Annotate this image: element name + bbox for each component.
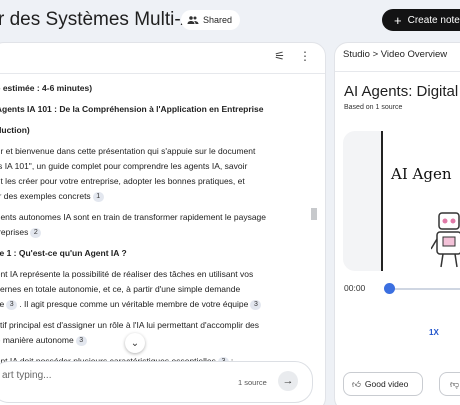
thumbs-down-icon: 👎︎ [450, 378, 460, 389]
more-vert-icon[interactable]: ⋮ [299, 49, 311, 63]
response-line: ent les créer pour votre entreprise, ado… [0, 174, 311, 189]
response-text: internes en totale autonomie, et ce, à p… [0, 284, 241, 294]
chevron-down-icon: ⌄ [130, 337, 140, 349]
plus-icon: + [394, 12, 402, 28]
top-bar: r des Systèmes Multi-Agents Shared + Cre… [0, 0, 460, 40]
shared-label: Shared [203, 15, 233, 25]
chat-response: ée estimée : 4-6 minutes) : Agents IA 101… [0, 81, 311, 369]
response-line: itre 1 : Qu'est-ce qu'un Agent IA ? [0, 246, 311, 261]
response-line: agents autonomes IA sont en train de tra… [0, 210, 311, 225]
response-line: nts IA 101", un guide complet pour compr… [0, 159, 311, 174]
citation-chip[interactable]: 2 [30, 228, 42, 238]
good-video-button[interactable]: 👍︎ Good video [343, 372, 423, 396]
response-text: gent IA représente la possibilité de réa… [0, 269, 254, 279]
response-line: ée estimée : 4-6 minutes) [0, 81, 311, 96]
tune-icon[interactable]: ⚟ [274, 49, 285, 63]
video-subtitle: Based on 1 source [344, 104, 403, 111]
response-line: rer des exemples concrets 1 [0, 189, 311, 204]
response-line: : Agents IA 101 : De la Compréhension à … [0, 102, 311, 117]
response-line: gent IA représente la possibilité de réa… [0, 267, 311, 282]
playback-speed[interactable]: 1X [429, 328, 439, 337]
bad-video-button[interactable]: 👎︎ [439, 372, 460, 396]
shared-badge[interactable]: Shared [181, 10, 241, 30]
divider [0, 73, 325, 74]
current-time: 00:00 [344, 283, 366, 293]
response-line: ntreprises2 [0, 225, 311, 240]
response-line: oduction) [0, 123, 311, 138]
response-text: our et bienvenue dans cette présentation… [0, 146, 256, 156]
source-count: 1 source [238, 378, 267, 387]
send-button[interactable]: → [278, 371, 298, 391]
video-title: AI Agents: Digital W [344, 83, 460, 100]
breadcrumb[interactable]: Studio > Video Overview [343, 49, 447, 60]
create-notebook-button[interactable]: + Create notebo [382, 9, 460, 31]
progress-knob[interactable] [384, 283, 395, 294]
thumbs-up-icon: 👍︎ [352, 378, 361, 389]
response-text: ée estimée : 4-6 minutes) [0, 83, 93, 93]
response-line: de manière autonome3 [0, 333, 311, 348]
response-text: elle [0, 299, 4, 309]
citation-chip[interactable]: 3 [75, 336, 87, 346]
citation-chip[interactable]: 3 [6, 300, 18, 310]
studio-panel: Studio > Video Overview AI Agents: Digit… [334, 42, 460, 405]
response-text: agents autonomes IA sont en train de tra… [0, 212, 266, 222]
response-text: rer des exemples concrets [0, 191, 91, 201]
video-frame-title: AI Agen [391, 165, 452, 183]
response-text: oduction) [0, 125, 30, 135]
response-text: ntreprises [0, 227, 29, 237]
response-text: itre 1 : Qu'est-ce qu'un Agent IA ? [0, 248, 127, 258]
chat-toolbar: ⚟ ⋮ [274, 49, 311, 63]
response-text: ent les créer pour votre entreprise, ado… [0, 176, 245, 186]
response-text: de manière autonome [0, 335, 74, 345]
response-text: ectif principal est d'assigner un rôle à… [0, 320, 260, 330]
people-icon [187, 16, 199, 24]
good-video-label: Good video [364, 379, 409, 389]
response-text: : Agents IA 101 : De la Compréhension à … [0, 104, 264, 114]
progress-track[interactable] [387, 288, 460, 290]
video-player[interactable]: AI Agen [343, 131, 460, 271]
response-line: our et bienvenue dans cette présentation… [0, 144, 311, 159]
robot-icon [431, 212, 460, 268]
chat-input[interactable]: art typing... [2, 370, 51, 381]
scrollbar-thumb[interactable] [311, 208, 317, 220]
citation-chip[interactable]: 3 [250, 300, 262, 310]
scroll-down-button[interactable]: ⌄ [125, 333, 145, 353]
response-text: nts IA 101", un guide complet pour compr… [0, 161, 248, 171]
arrow-right-icon: → [282, 375, 294, 387]
divider [335, 71, 460, 72]
response-text: . Il agit presque comme un véritable mem… [19, 299, 249, 309]
response-line: internes en totale autonomie, et ce, à p… [0, 282, 311, 297]
response-line: elle3. Il agit presque comme un véritabl… [0, 297, 311, 312]
create-label: Create notebo [407, 14, 460, 26]
citation-chip[interactable]: 1 [92, 192, 104, 202]
chat-input-bar[interactable]: art typing... 1 source → [0, 361, 313, 403]
response-line: ectif principal est d'assigner un rôle à… [0, 318, 311, 333]
chat-panel: ⚟ ⋮ ée estimée : 4-6 minutes) : Agents IA… [0, 42, 326, 405]
